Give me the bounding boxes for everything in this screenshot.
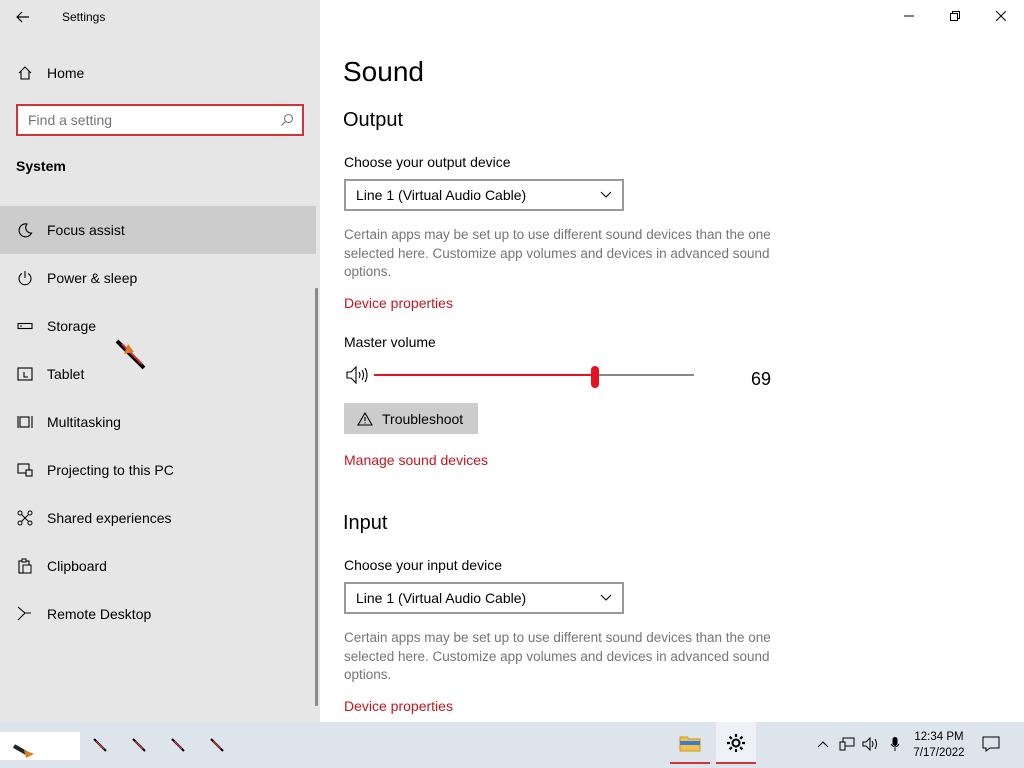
sidebar-item-projecting[interactable]: Projecting to this PC bbox=[0, 446, 316, 494]
input-device-dropdown[interactable]: Line 1 (Virtual Audio Cable) bbox=[344, 582, 624, 614]
search-input[interactable] bbox=[18, 106, 272, 134]
cursor-icon bbox=[171, 738, 185, 752]
output-description: Certain apps may be set up to use differ… bbox=[344, 227, 771, 279]
speaker-icon[interactable] bbox=[346, 366, 370, 384]
sidebar-item-label: Multitasking bbox=[47, 414, 121, 430]
taskbar-start-area[interactable] bbox=[0, 732, 80, 760]
sidebar-item-tablet[interactable]: Tablet bbox=[0, 350, 316, 398]
window-title: Settings bbox=[62, 10, 106, 24]
multitasking-icon bbox=[16, 413, 34, 431]
input-device-value: Line 1 (Virtual Audio Cable) bbox=[356, 590, 527, 606]
microphone-icon[interactable] bbox=[886, 735, 904, 753]
sidebar-item-label: Tablet bbox=[47, 366, 85, 382]
sidebar-item-label: Focus assist bbox=[47, 222, 125, 238]
nav-list: Focus assist Power & sleep Storage Table… bbox=[0, 206, 320, 638]
troubleshoot-button[interactable]: Troubleshoot bbox=[344, 403, 478, 434]
output-heading: Output bbox=[343, 109, 404, 131]
section-title: System bbox=[16, 158, 66, 174]
sidebar-item-label: Shared experiences bbox=[47, 510, 172, 526]
taskbar-clock[interactable]: 12:34 PM 7/17/2022 bbox=[905, 729, 973, 761]
sidebar-scrollbar[interactable] bbox=[315, 288, 318, 706]
restore-button[interactable] bbox=[932, 0, 978, 32]
chevron-up-icon[interactable] bbox=[814, 735, 832, 753]
home-icon bbox=[16, 64, 34, 82]
sidebar-item-focus-assist[interactable]: Focus assist bbox=[0, 206, 316, 254]
clock-time: 12:34 PM bbox=[914, 731, 964, 743]
minimize-button[interactable] bbox=[886, 0, 932, 32]
folder-icon bbox=[679, 736, 701, 752]
chevron-down-icon bbox=[600, 191, 612, 198]
home-nav-item[interactable]: Home bbox=[0, 54, 320, 92]
sidebar-item-clipboard[interactable]: Clipboard bbox=[0, 542, 316, 590]
sidebar-item-label: Clipboard bbox=[47, 558, 107, 574]
clipboard-icon bbox=[16, 557, 34, 575]
master-volume-slider[interactable] bbox=[374, 366, 694, 388]
shared-experiences-icon bbox=[16, 509, 34, 527]
input-description: Certain apps may be set up to use differ… bbox=[344, 630, 771, 682]
back-button[interactable] bbox=[0, 0, 46, 34]
volume-value: 69 bbox=[751, 369, 772, 389]
notifications-icon[interactable] bbox=[982, 735, 1000, 753]
clock-date: 7/17/2022 bbox=[913, 747, 965, 759]
slider-thumb[interactable] bbox=[590, 366, 599, 388]
master-volume-label: Master volume bbox=[344, 334, 436, 350]
power-icon bbox=[16, 269, 34, 287]
back-arrow-icon bbox=[16, 11, 29, 23]
cursor-icon bbox=[132, 738, 146, 752]
warning-icon bbox=[357, 411, 373, 426]
manage-sound-devices-link[interactable]: Manage sound devices bbox=[344, 452, 488, 468]
close-button[interactable] bbox=[978, 0, 1024, 32]
gear-icon bbox=[727, 734, 745, 752]
output-device-label: Choose your output device bbox=[344, 154, 511, 170]
output-device-properties-link[interactable]: Device properties bbox=[344, 295, 453, 311]
troubleshoot-label: Troubleshoot bbox=[382, 410, 464, 427]
output-device-dropdown[interactable]: Line 1 (Virtual Audio Cable) bbox=[344, 179, 624, 211]
input-heading: Input bbox=[343, 512, 388, 534]
projecting-icon bbox=[16, 461, 34, 479]
sidebar-item-power-sleep[interactable]: Power & sleep bbox=[0, 254, 316, 302]
sidebar-item-multitasking[interactable]: Multitasking bbox=[0, 398, 316, 446]
storage-icon bbox=[16, 317, 34, 335]
cursor-icon bbox=[115, 339, 146, 370]
cursor-icon bbox=[93, 738, 107, 752]
output-device-value: Line 1 (Virtual Audio Cable) bbox=[356, 187, 527, 203]
sidebar-item-label: Projecting to this PC bbox=[47, 462, 174, 478]
search-box[interactable] bbox=[16, 104, 304, 136]
main-content: Sound Output Choose your output device L… bbox=[320, 0, 1024, 722]
volume-icon[interactable] bbox=[862, 735, 880, 753]
moon-icon bbox=[16, 221, 34, 239]
search-icon[interactable] bbox=[272, 113, 302, 127]
slider-fill bbox=[374, 374, 595, 376]
file-explorer-taskbar-button[interactable] bbox=[670, 722, 710, 764]
input-device-properties-link[interactable]: Device properties bbox=[344, 698, 453, 714]
close-icon bbox=[996, 11, 1006, 21]
input-device-label: Choose your input device bbox=[344, 557, 502, 573]
sidebar: Settings Home System Focus assist Power … bbox=[0, 0, 320, 722]
sidebar-item-storage[interactable]: Storage bbox=[0, 302, 316, 350]
sidebar-item-label: Remote Desktop bbox=[47, 606, 152, 622]
cursor-icon bbox=[210, 738, 224, 752]
title-bar: Settings bbox=[0, 0, 320, 34]
remote-desktop-icon bbox=[16, 605, 34, 623]
chevron-down-icon bbox=[600, 594, 612, 601]
home-label: Home bbox=[47, 65, 85, 81]
window-controls bbox=[886, 0, 1024, 32]
page-title: Sound bbox=[343, 56, 424, 87]
minimize-icon bbox=[904, 15, 914, 17]
sidebar-item-shared-experiences[interactable]: Shared experiences bbox=[0, 494, 316, 542]
sidebar-item-label: Storage bbox=[47, 318, 97, 334]
network-icon[interactable] bbox=[838, 735, 856, 753]
tablet-icon bbox=[16, 365, 34, 383]
settings-taskbar-button[interactable] bbox=[716, 722, 756, 764]
taskbar: 12:34 PM 7/17/2022 bbox=[0, 722, 1024, 768]
sidebar-item-label: Power & sleep bbox=[47, 270, 138, 286]
restore-icon bbox=[950, 11, 960, 21]
sidebar-item-remote-desktop[interactable]: Remote Desktop bbox=[0, 590, 316, 638]
cursor-icon bbox=[13, 744, 34, 758]
